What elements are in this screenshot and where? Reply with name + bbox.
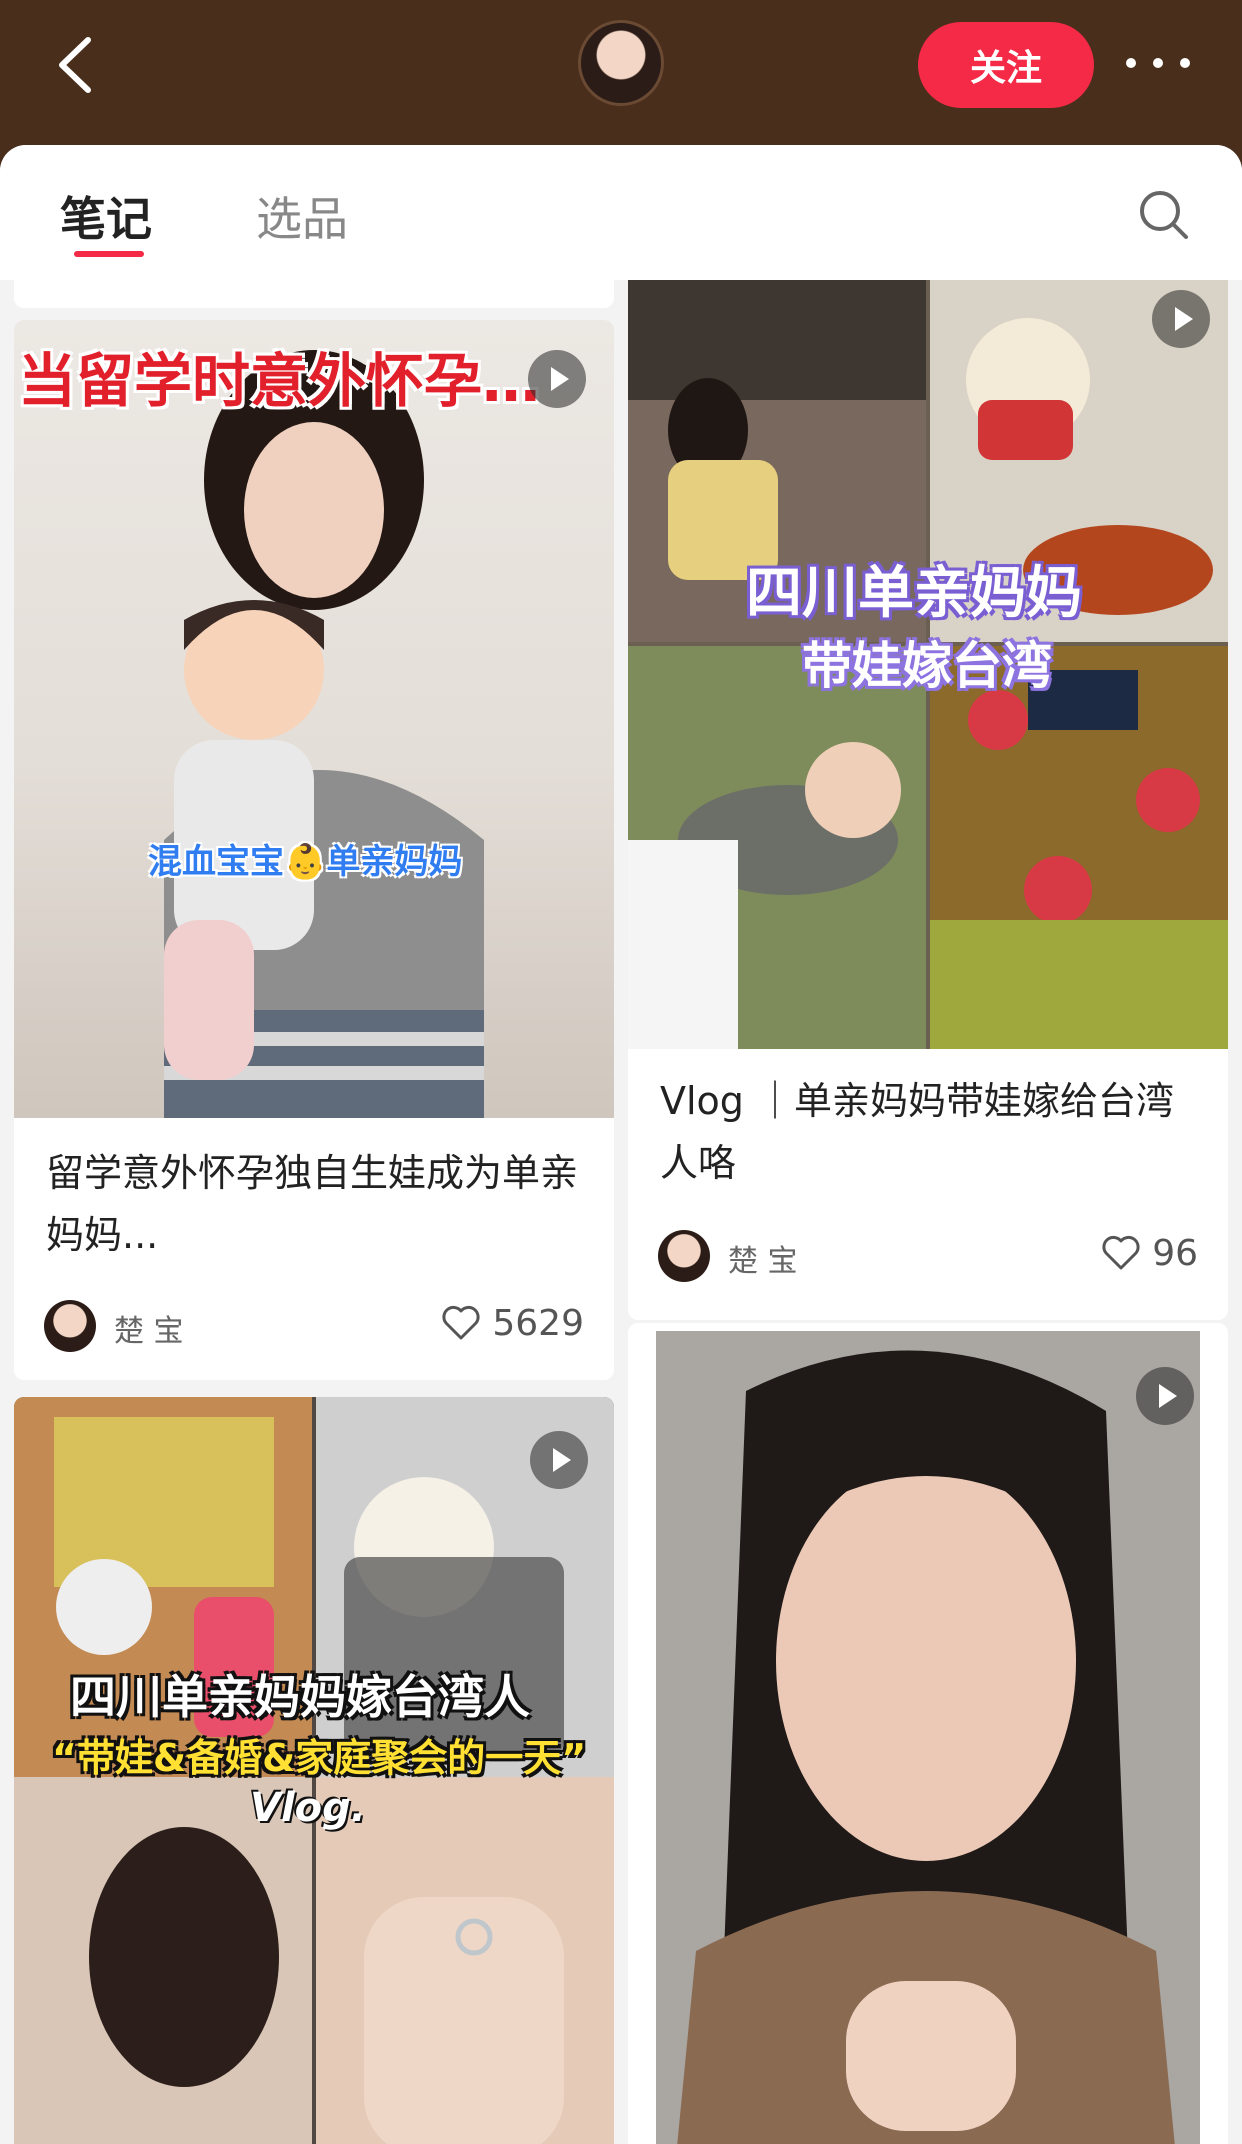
- heart-icon: [1102, 1235, 1140, 1270]
- top-bar: 关注: [0, 0, 1242, 150]
- heart-icon: [442, 1305, 480, 1340]
- cover-illustration: [164, 350, 484, 1118]
- note-cover-image: 四川单亲妈妈嫁台湾人 “带娃&备婚&家庭聚会的一天” Vlog.: [14, 1397, 614, 2144]
- video-play-icon: [1136, 1367, 1194, 1425]
- note-card[interactable]: 四川单亲妈妈 带娃嫁台湾 Vlog ｜单亲妈妈带娃嫁给台湾人咯 楚 宝 96: [628, 280, 1228, 1320]
- follow-button[interactable]: 关注: [918, 22, 1094, 108]
- note-card[interactable]: 四川单亲妈妈嫁台湾人 “带娃&备婚&家庭聚会的一天” Vlog.: [14, 1397, 614, 2144]
- cover-overlay-line1: 四川单亲妈妈: [746, 561, 1082, 626]
- note-title: Vlog ｜单亲妈妈带娃嫁给台湾人咯: [660, 1079, 1175, 1185]
- tab-bar: 笔记 选品: [0, 145, 1242, 280]
- note-cover-image: 当留学时意外怀孕… 混血宝宝👶单亲妈妈: [14, 320, 614, 1118]
- cover-overlay-line3: Vlog.: [250, 1785, 366, 1831]
- tab-products[interactable]: 选品: [256, 183, 348, 249]
- author-avatar[interactable]: [44, 1300, 96, 1352]
- cover-overlay-title: 当留学时意外怀孕…: [18, 347, 541, 415]
- tab-notes[interactable]: 笔记: [60, 183, 152, 249]
- video-play-icon: [528, 350, 586, 408]
- note-title: 留学意外怀孕独自生娃成为单亲妈妈...: [46, 1151, 579, 1257]
- cover-overlay-line2: 带娃嫁台湾: [802, 637, 1052, 695]
- cover-portrait: [656, 1331, 1200, 2144]
- like-button[interactable]: 5629: [440, 1302, 584, 1344]
- profile-avatar[interactable]: [578, 20, 664, 106]
- cover-overlay-line2: “带娃&备婚&家庭聚会的一天”: [52, 1736, 587, 1780]
- author-avatar[interactable]: [658, 1230, 710, 1282]
- author-name[interactable]: 楚 宝: [728, 1236, 798, 1280]
- search-icon[interactable]: [1136, 187, 1192, 243]
- note-card[interactable]: 当留学时意外怀孕… 混血宝宝👶单亲妈妈 留学意外怀孕独自生娃成为单亲妈妈... …: [14, 320, 614, 1380]
- note-meta: 楚 宝 5629: [44, 1300, 584, 1354]
- video-play-icon: [1152, 290, 1210, 348]
- note-cover-image: 四川单亲妈妈 带娃嫁台湾: [628, 280, 1228, 1049]
- like-count: 96: [1152, 1232, 1198, 1274]
- note-card[interactable]: [628, 1323, 1228, 2144]
- content-sheet: 笔记 选品 当留学时意外怀孕… 混血宝宝👶单亲妈妈 留学意外怀孕独自生娃成为单亲…: [0, 145, 1242, 2144]
- note-card-partial[interactable]: [14, 280, 614, 308]
- note-meta: 楚 宝 96: [658, 1230, 1198, 1284]
- cover-overlay-line1: 四川单亲妈妈嫁台湾人: [70, 1670, 530, 1724]
- back-arrow-icon[interactable]: [48, 32, 108, 98]
- note-cover-image: [656, 1331, 1200, 2144]
- author-name[interactable]: 楚 宝: [114, 1306, 184, 1350]
- cover-overlay-caption: 混血宝宝👶单亲妈妈: [148, 842, 463, 882]
- like-button[interactable]: 96: [1100, 1232, 1198, 1274]
- more-options-icon[interactable]: [1126, 58, 1190, 74]
- active-tab-indicator: [74, 251, 144, 257]
- video-play-icon: [530, 1431, 588, 1489]
- like-count: 5629: [492, 1302, 584, 1344]
